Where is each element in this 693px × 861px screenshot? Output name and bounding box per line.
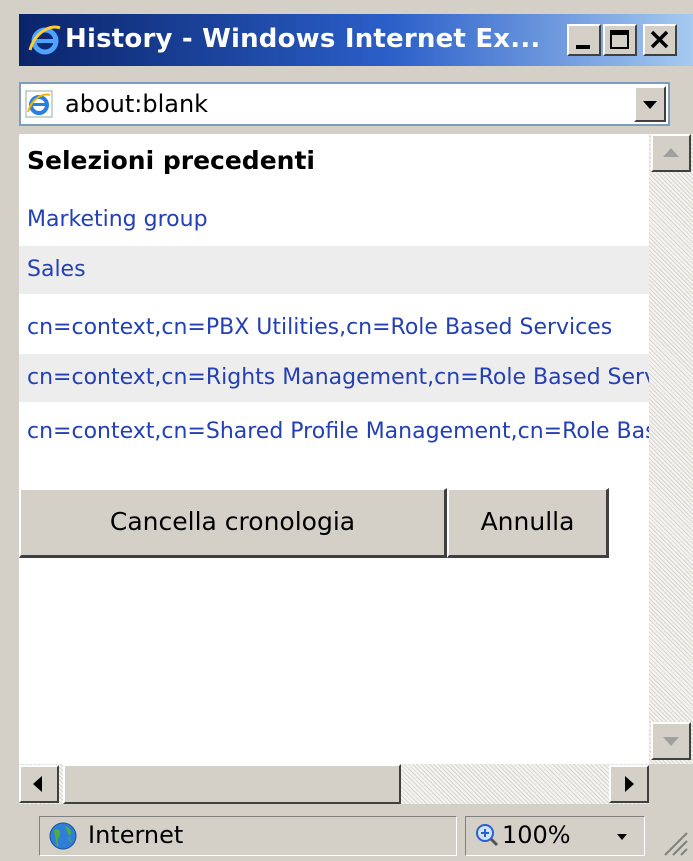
- arrow-up-icon: [663, 148, 679, 157]
- zoom-icon: [476, 824, 499, 847]
- horizontal-scroll-thumb[interactable]: [63, 764, 401, 804]
- maximize-icon: [610, 30, 629, 49]
- address-bar[interactable]: about:blank: [19, 82, 670, 126]
- arrow-down-icon: [663, 737, 679, 746]
- title-bar[interactable]: History - Windows Internet Ex...: [19, 14, 693, 66]
- security-zone[interactable]: Internet: [39, 816, 457, 856]
- history-panel: Selezioni precedenti Marketing group Sal…: [19, 134, 649, 764]
- browser-window: History - Windows Internet Ex... about:b…: [0, 0, 693, 861]
- scroll-right-button[interactable]: [609, 765, 649, 803]
- close-icon: [650, 30, 669, 49]
- horizontal-scrollbar[interactable]: [19, 764, 649, 804]
- history-item[interactable]: cn=context,cn=Shared Profile Management,…: [19, 408, 649, 456]
- maximize-button[interactable]: [603, 24, 637, 56]
- arrow-left-icon: [33, 776, 42, 792]
- address-dropdown-button[interactable]: [634, 86, 666, 122]
- history-item[interactable]: Marketing group: [19, 196, 649, 244]
- zoom-control[interactable]: 100%: [465, 816, 645, 856]
- ie-icon: [28, 25, 61, 55]
- ie-page-icon: [25, 90, 53, 118]
- globe-icon: [49, 822, 77, 850]
- scroll-up-button[interactable]: [651, 134, 691, 172]
- history-item[interactable]: cn=context,cn=PBX Utilities,cn=Role Base…: [19, 304, 649, 352]
- chevron-down-icon: [643, 101, 657, 109]
- minimize-icon: [576, 45, 590, 49]
- history-item[interactable]: cn=context,cn=Rights Management,cn=Role …: [19, 354, 649, 402]
- zone-label: Internet: [88, 821, 184, 849]
- close-button[interactable]: [643, 24, 677, 56]
- history-item[interactable]: Sales: [19, 246, 649, 294]
- zoom-level: 100%: [502, 821, 571, 849]
- status-bar: Internet 100%: [19, 808, 693, 861]
- address-url: about:blank: [65, 90, 209, 118]
- history-heading: Selezioni precedenti: [27, 146, 315, 175]
- window-title: History - Windows Internet Ex...: [65, 24, 541, 54]
- clear-history-button[interactable]: Cancella cronologia: [19, 488, 447, 558]
- scrollbar-corner: [649, 764, 693, 804]
- chevron-down-icon: [617, 834, 627, 840]
- scroll-down-button[interactable]: [651, 722, 691, 760]
- minimize-button[interactable]: [567, 24, 601, 56]
- vertical-scrollbar[interactable]: [649, 134, 693, 764]
- arrow-right-icon: [625, 776, 634, 792]
- cancel-button[interactable]: Annulla: [447, 488, 609, 558]
- scroll-left-button[interactable]: [19, 765, 59, 803]
- resize-grip-icon[interactable]: [659, 827, 689, 857]
